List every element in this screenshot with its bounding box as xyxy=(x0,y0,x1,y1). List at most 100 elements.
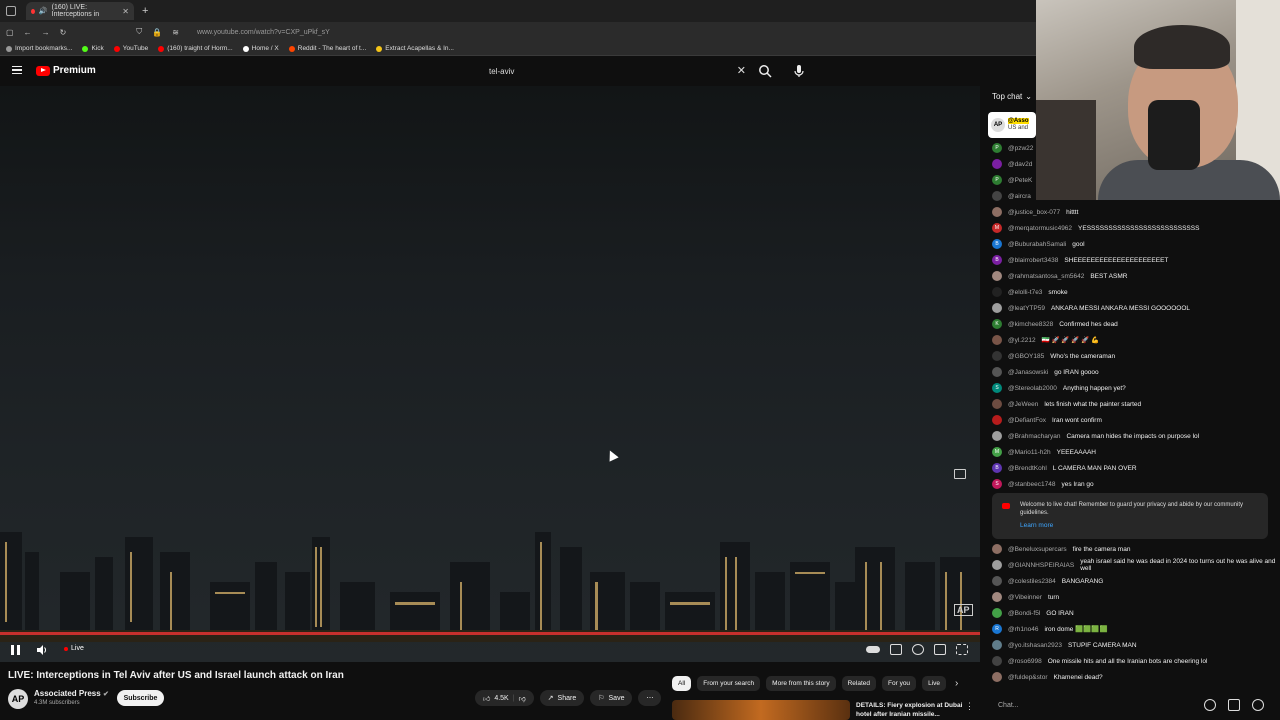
heart-icon[interactable] xyxy=(1252,699,1264,711)
chat-username[interactable]: @PeteK xyxy=(1008,177,1032,184)
chat-username[interactable]: @Stereolab2000 xyxy=(1008,385,1057,392)
page-settings-icon[interactable]: ≋ xyxy=(172,28,179,37)
chat-username[interactable]: @Brahmacharyan xyxy=(1008,433,1060,440)
sidebar-toggle-icon[interactable]: ▢ xyxy=(6,28,14,37)
chat-message[interactable]: @Bondi-f5l GO IRAN xyxy=(992,607,1074,619)
chat-username[interactable]: @fuldep&stor xyxy=(1008,674,1047,681)
learn-more-link[interactable]: Learn more xyxy=(1020,522,1053,529)
chat-message[interactable]: K @kimchee8328 Confirmed hes dead xyxy=(992,318,1118,330)
search-input[interactable]: tel-aviv ✕ xyxy=(480,63,752,79)
filter-chip[interactable]: More from this story xyxy=(766,676,836,691)
youtube-logo[interactable]: Premium xyxy=(36,65,96,76)
chat-message[interactable]: @roso6998 One missile hits and all the Ir… xyxy=(992,655,1207,667)
chat-username[interactable]: @rh1no46 xyxy=(1008,626,1038,633)
filter-chip[interactable]: All xyxy=(672,676,692,691)
chat-username[interactable]: @rahmatsantosa_sm5642 xyxy=(1008,273,1084,280)
share-button[interactable]: ↗ Share xyxy=(539,690,585,706)
fullscreen-icon[interactable] xyxy=(956,644,968,655)
chat-message[interactable]: @GIANNHSPEIRAIAS yeah israel said he was … xyxy=(992,558,1280,572)
miniplayer-icon[interactable] xyxy=(934,644,946,655)
channel-avatar[interactable]: AP xyxy=(8,689,28,709)
forward-icon[interactable]: → xyxy=(42,28,50,37)
chat-username[interactable]: @Beneluxsupercars xyxy=(1008,546,1067,553)
chat-username[interactable]: @pzw22 xyxy=(1008,145,1033,152)
chat-username[interactable]: @leatYTP59 xyxy=(1008,305,1045,312)
chat-message[interactable]: @justice_box-077 hitttt xyxy=(992,206,1078,218)
bookmark-item[interactable]: YouTube xyxy=(113,45,148,52)
chat-username[interactable]: @dav2d xyxy=(1008,161,1032,168)
back-icon[interactable]: ← xyxy=(24,28,32,37)
filter-chip[interactable]: From your search xyxy=(697,676,761,691)
filter-chip[interactable]: For you xyxy=(882,676,917,691)
chevron-right-icon[interactable]: › xyxy=(955,678,958,689)
chat-username[interactable]: @justice_box-077 xyxy=(1008,209,1060,216)
chat-username[interactable]: @blairrobert3438 xyxy=(1008,257,1058,264)
chat-username[interactable]: @yo.itshasan2923 xyxy=(1008,642,1062,649)
bookmark-item[interactable]: Kick xyxy=(82,45,104,52)
save-button[interactable]: ⚐ Save xyxy=(590,690,633,706)
chat-username[interactable]: @Vibeinner xyxy=(1008,594,1042,601)
pinned-message[interactable]: AP @Asso US and xyxy=(988,112,1036,138)
bookmark-item[interactable]: (160) traight of Horm... xyxy=(158,45,233,52)
chat-message[interactable]: @colestiles2384 BANGARANG xyxy=(992,575,1103,587)
picture-in-picture-icon[interactable] xyxy=(954,469,966,479)
autoplay-toggle[interactable] xyxy=(866,646,880,653)
progress-bar[interactable] xyxy=(0,632,980,635)
bookmark-item[interactable]: Home / X xyxy=(242,45,279,52)
chat-input[interactable]: Chat... xyxy=(992,698,1197,712)
search-icon[interactable] xyxy=(758,64,772,78)
chat-message[interactable]: @leatYTP59 ANKARA MESSI ANKARA MESSI GOOO… xyxy=(992,302,1190,314)
chat-username[interactable]: @kimchee8328 xyxy=(1008,321,1053,328)
tab-list-icon[interactable] xyxy=(6,6,16,16)
chat-username[interactable]: @stanbeec1748 xyxy=(1008,481,1055,488)
subscribe-button[interactable]: Subscribe xyxy=(117,690,164,706)
shield-icon[interactable]: ⛉ xyxy=(136,27,142,37)
chat-message[interactable]: @dav2d xyxy=(992,158,1038,170)
chat-username[interactable]: @DefiantFox xyxy=(1008,417,1046,424)
chat-username[interactable]: @Janasowski xyxy=(1008,369,1048,376)
chat-message[interactable]: @Janasowski go IRAN goooo xyxy=(992,366,1099,378)
super-chat-icon[interactable] xyxy=(1228,699,1240,711)
url-field[interactable]: www.youtube.com/watch?v=CXP_uPkf_sY xyxy=(197,29,330,36)
filter-chip[interactable]: Related xyxy=(841,676,877,691)
chat-message[interactable]: B @blairrobert3438 SHEEEEEEEEEEEEEEEEEEEEE… xyxy=(992,254,1168,266)
chat-username[interactable]: @BrendtKohl xyxy=(1008,465,1047,472)
chat-username[interactable]: @colestiles2384 xyxy=(1008,578,1056,585)
tab-close-icon[interactable]: ✕ xyxy=(122,7,129,16)
chat-message[interactable]: S @stanbeec1748 yes Iran go xyxy=(992,478,1094,490)
settings-gear-icon[interactable] xyxy=(912,644,924,655)
recommended-thumbnail[interactable] xyxy=(672,700,850,720)
chat-message[interactable]: @aircra xyxy=(992,190,1037,202)
chat-username[interactable]: @aircra xyxy=(1008,193,1031,200)
pause-icon[interactable] xyxy=(11,645,20,655)
bookmark-item[interactable]: Extract Acapellas & In... xyxy=(376,45,454,52)
volume-icon[interactable] xyxy=(36,644,48,656)
chat-username[interactable]: @BuburabahSamali xyxy=(1008,241,1066,248)
chat-message[interactable]: @Vibeinner turn xyxy=(992,591,1059,603)
chat-message[interactable]: S @Stereolab2000 Anything happen yet? xyxy=(992,382,1126,394)
bookmark-item[interactable]: Import bookmarks... xyxy=(6,45,72,52)
microphone-icon[interactable] xyxy=(792,64,806,78)
chat-message[interactable]: @DefiantFox Iran wont confirm xyxy=(992,414,1102,426)
chat-message[interactable]: @yo.itshasan2923 STUPIF CAMERA MAN xyxy=(992,639,1137,651)
chat-message[interactable]: B @BrendtKohl L CAMERA MAN PAN OVER xyxy=(992,462,1137,474)
recommended-title[interactable]: DETAILS: Fiery explosion at Dubai hotel … xyxy=(856,701,966,719)
live-indicator[interactable]: Live xyxy=(64,645,84,652)
chat-mode-dropdown[interactable]: Top chat ⌄ xyxy=(992,92,1032,101)
filter-chip[interactable]: Live xyxy=(922,676,946,691)
chat-username[interactable]: @roso6998 xyxy=(1008,658,1042,665)
more-actions-icon[interactable]: ⋯ xyxy=(638,690,662,706)
chat-message[interactable]: P @PeteK xyxy=(992,174,1038,186)
chat-message[interactable]: @fuldep&stor Khamenei dead? xyxy=(992,671,1103,683)
clear-search-icon[interactable]: ✕ xyxy=(737,64,746,77)
chat-message[interactable]: @elolli-t7e3 smoke xyxy=(992,286,1068,298)
chat-username[interactable]: @merqatormusic4962 xyxy=(1008,225,1072,232)
reload-icon[interactable]: ↻ xyxy=(60,28,67,37)
chat-message[interactable]: P @pzw22 xyxy=(992,142,1039,154)
chat-message[interactable]: @JeWeen lets finish what the painter star… xyxy=(992,398,1141,410)
browser-tab[interactable]: 🔊 (160) LIVE: Interceptions in ✕ xyxy=(26,2,134,20)
chat-message[interactable]: @GBOY185 Who's the cameraman xyxy=(992,350,1115,362)
chat-username[interactable]: @elolli-t7e3 xyxy=(1008,289,1042,296)
chat-message[interactable]: M @Mario11-h2h YEEEAAAAH xyxy=(992,446,1096,458)
subtitles-icon[interactable] xyxy=(890,644,902,655)
